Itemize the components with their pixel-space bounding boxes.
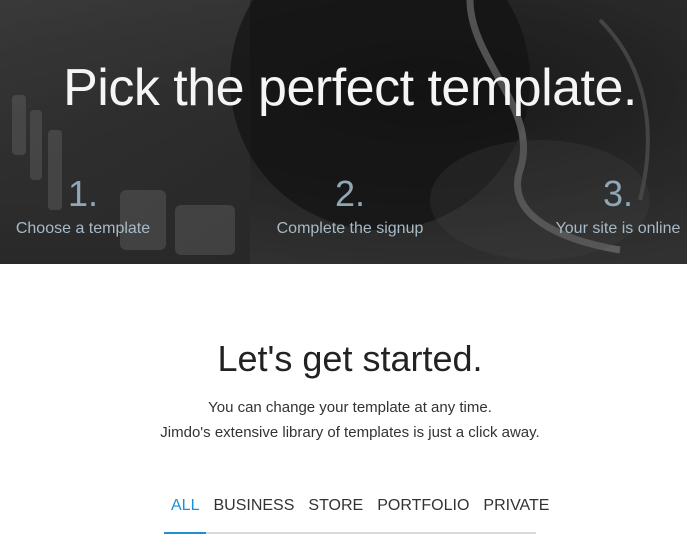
step-2-label: Complete the signup (276, 220, 424, 237)
step-3-label: Your site is online (555, 220, 681, 237)
step-2-number: 2. (334, 173, 366, 214)
intro-text-line-1: You can change your template at any time… (208, 399, 492, 416)
tab-private[interactable]: PRIVATE (476, 492, 556, 532)
tab-portfolio[interactable]: PORTFOLIO (370, 492, 476, 532)
template-category-tabs: ALL BUSINESS STORE PORTFOLIO PRIVATE (164, 492, 549, 534)
intro-text-line-2: Jimdo's extensive library of templates i… (160, 424, 540, 441)
step-3-number: 3. (602, 173, 634, 214)
tab-store[interactable]: STORE (301, 492, 370, 532)
step-3: 3. Your site is online (548, 174, 687, 240)
tab-all[interactable]: ALL (164, 492, 207, 534)
step-1: 1. Choose a template (6, 174, 160, 240)
hero-title: Pick the perfect template. (63, 59, 637, 117)
hero-banner: Pick the perfect template. 1. Choose a t… (0, 0, 687, 264)
step-1-label: Choose a template (15, 220, 151, 237)
step-2: 2. Complete the signup (268, 174, 432, 240)
step-1-number: 1. (67, 173, 99, 214)
tab-business[interactable]: BUSINESS (206, 492, 301, 532)
section-title: Let's get started. (217, 338, 483, 379)
